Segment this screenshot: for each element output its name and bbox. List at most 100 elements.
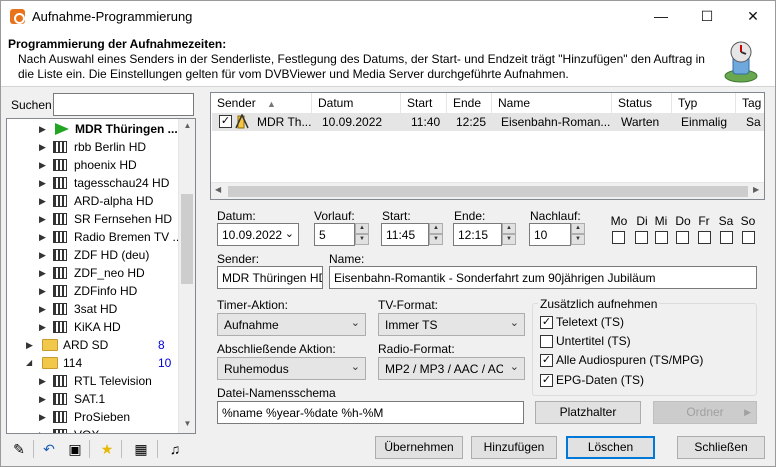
column-header-datum[interactable]: Datum [312,93,401,113]
final-action-select[interactable]: Ruhemodus ⌄ [217,357,366,380]
expand-arrow-icon[interactable]: ▶ [39,192,47,210]
table-row[interactable]: ✓ MDR Th... 10.09.2022 11:40 12:25 Eisen… [212,113,764,131]
tree-item[interactable]: ▶ tagesschau24 HD [7,174,179,192]
column-header-ende[interactable]: Ende [447,93,492,113]
nachlauf-input[interactable]: 10 [529,223,571,246]
folder-button[interactable]: Ordner ▶ [653,401,757,424]
tree-item[interactable]: ▶ ZDF HD (deu) [7,246,179,264]
tree-item[interactable]: ▶ MDR Thüringen ... [7,120,179,138]
expanded-arrow-icon[interactable]: ◢ [26,354,34,372]
day-checkbox-mo[interactable] [612,231,625,244]
vorlauf-spinner[interactable]: ▲ ▼ [355,223,369,246]
expand-arrow-icon[interactable]: ▶ [39,282,47,300]
all-audio-checkbox[interactable]: ✓ [540,354,553,367]
spin-up-icon[interactable]: ▲ [355,223,369,234]
spin-up-icon[interactable]: ▲ [429,223,443,234]
channel-tree[interactable]: ▶ MDR Thüringen ... ▶ rbb Berlin HD ▶ phoenix… [6,118,196,434]
timer-action-select[interactable]: Aufnahme ⌄ [217,313,366,336]
sender-input[interactable]: MDR Thüringen HD [217,266,323,289]
tree-item[interactable]: ▶ KiKA HD [7,318,179,336]
tree-item[interactable]: ▶ SAT.1 [7,390,179,408]
image-icon[interactable]: ▣ [64,438,86,460]
minimize-button[interactable]: — [638,1,684,32]
nachlauf-spinner[interactable]: ▲ ▼ [571,223,585,246]
undo-icon[interactable]: ↶ [38,438,60,460]
tree-item[interactable]: ▶ ARD-alpha HD [7,192,179,210]
filename-schema-input[interactable]: %name %year-%date %h-%M [217,401,524,424]
day-checkbox-mi[interactable] [655,231,668,244]
column-header-name[interactable]: Name [492,93,612,113]
tree-item[interactable]: ▶ ProSieben [7,408,179,426]
subtitles-checkbox[interactable] [540,335,553,348]
expand-arrow-icon[interactable]: ▶ [39,228,47,246]
column-header-status[interactable]: Status [612,93,672,113]
tree-item[interactable]: ▶ SR Fernsehen HD [7,210,179,228]
column-header-sender[interactable]: Sender ▲ [211,93,312,113]
day-checkbox-do[interactable] [676,231,689,244]
tree-item[interactable]: ▶ ZDFinfo HD [7,282,179,300]
spin-down-icon[interactable]: ▼ [571,234,585,245]
radio-format-select[interactable]: MP2 / MP3 / AAC / AC3 ⌄ [378,357,525,380]
scroll-left-arrow-icon[interactable]: ◀ [215,185,221,194]
job-list-hscroll-thumb[interactable] [228,186,748,197]
epg-checkbox[interactable]: ✓ [540,374,553,387]
expand-arrow-icon[interactable]: ▶ [39,390,47,408]
job-list-hscrollbar[interactable]: ◀ ▶ [211,182,764,199]
favorite-star-icon[interactable]: ★ [96,438,118,460]
job-enabled-checkbox[interactable]: ✓ [219,115,232,128]
tree-item[interactable]: ▶ VOX [7,426,179,433]
edit-icon[interactable]: ✎ [8,438,30,460]
expand-arrow-icon[interactable]: ▶ [39,210,47,228]
day-checkbox-fr[interactable] [698,231,711,244]
close-button[interactable]: ✕ [730,1,775,32]
tree-item[interactable]: ▶ phoenix HD [7,156,179,174]
day-checkbox-sa[interactable] [720,231,733,244]
column-header-start[interactable]: Start [401,93,447,113]
tv-channel-filter-icon[interactable]: ▦ [130,438,152,460]
ende-time-input[interactable]: 12:15 [453,223,502,246]
expand-arrow-icon[interactable]: ▶ [39,246,47,264]
tree-scrollbar[interactable]: ▲ ▼ [178,119,195,433]
expand-arrow-icon[interactable]: ▶ [26,336,34,354]
spin-down-icon[interactable]: ▼ [355,234,369,245]
tree-item[interactable]: ▶ RTL Television [7,372,179,390]
tree-item[interactable]: ▶ ARD SD 8 [7,336,179,354]
expand-arrow-icon[interactable]: ▶ [39,318,47,336]
maximize-button[interactable]: ☐ [684,1,730,32]
column-header-typ[interactable]: Typ [672,93,736,113]
spin-down-icon[interactable]: ▼ [429,234,443,245]
expand-arrow-icon[interactable]: ▶ [39,264,47,282]
tree-item[interactable]: ◢ 114 10 [7,354,179,372]
expand-arrow-icon[interactable]: ▶ [39,300,47,318]
expand-arrow-icon[interactable]: ▶ [39,156,47,174]
start-spinner[interactable]: ▲ ▼ [429,223,443,246]
add-button[interactable]: Hinzufügen [471,436,557,459]
delete-button[interactable]: Löschen [566,436,655,459]
spin-up-icon[interactable]: ▲ [571,223,585,234]
expand-arrow-icon[interactable]: ▶ [39,408,47,426]
ende-spinner[interactable]: ▲ ▼ [502,223,516,246]
column-header-tag[interactable]: Tag [736,93,764,113]
day-checkbox-so[interactable] [742,231,755,244]
datum-picker[interactable]: 10.09.2022 ⌄ [217,223,299,246]
search-input[interactable] [53,93,194,116]
day-checkbox-di[interactable] [635,231,648,244]
expand-arrow-icon[interactable]: ▶ [39,372,47,390]
radio-channel-filter-icon[interactable]: ♫ [164,438,186,460]
vorlauf-input[interactable]: 5 [314,223,355,246]
spin-down-icon[interactable]: ▼ [502,234,516,245]
spin-up-icon[interactable]: ▲ [502,223,516,234]
tree-item[interactable]: ▶ ZDF_neo HD [7,264,179,282]
expand-arrow-icon[interactable]: ▶ [39,120,47,138]
apply-button[interactable]: Übernehmen [375,436,463,459]
close-dialog-button[interactable]: Schließen [677,436,765,459]
tv-format-select[interactable]: Immer TS ⌄ [378,313,525,336]
placeholder-button[interactable]: Platzhalter [535,401,641,424]
recording-job-list[interactable]: Sender ▲ Datum Start Ende Name Status Ty… [210,92,765,200]
expand-arrow-icon[interactable]: ▶ [39,426,47,433]
scroll-down-arrow-icon[interactable]: ▼ [179,419,195,428]
scroll-right-arrow-icon[interactable]: ▶ [753,185,759,194]
teletext-checkbox[interactable]: ✓ [540,316,553,329]
name-input[interactable]: Eisenbahn-Romantik - Sonderfahrt zum 90j… [329,266,757,289]
expand-arrow-icon[interactable]: ▶ [39,174,47,192]
